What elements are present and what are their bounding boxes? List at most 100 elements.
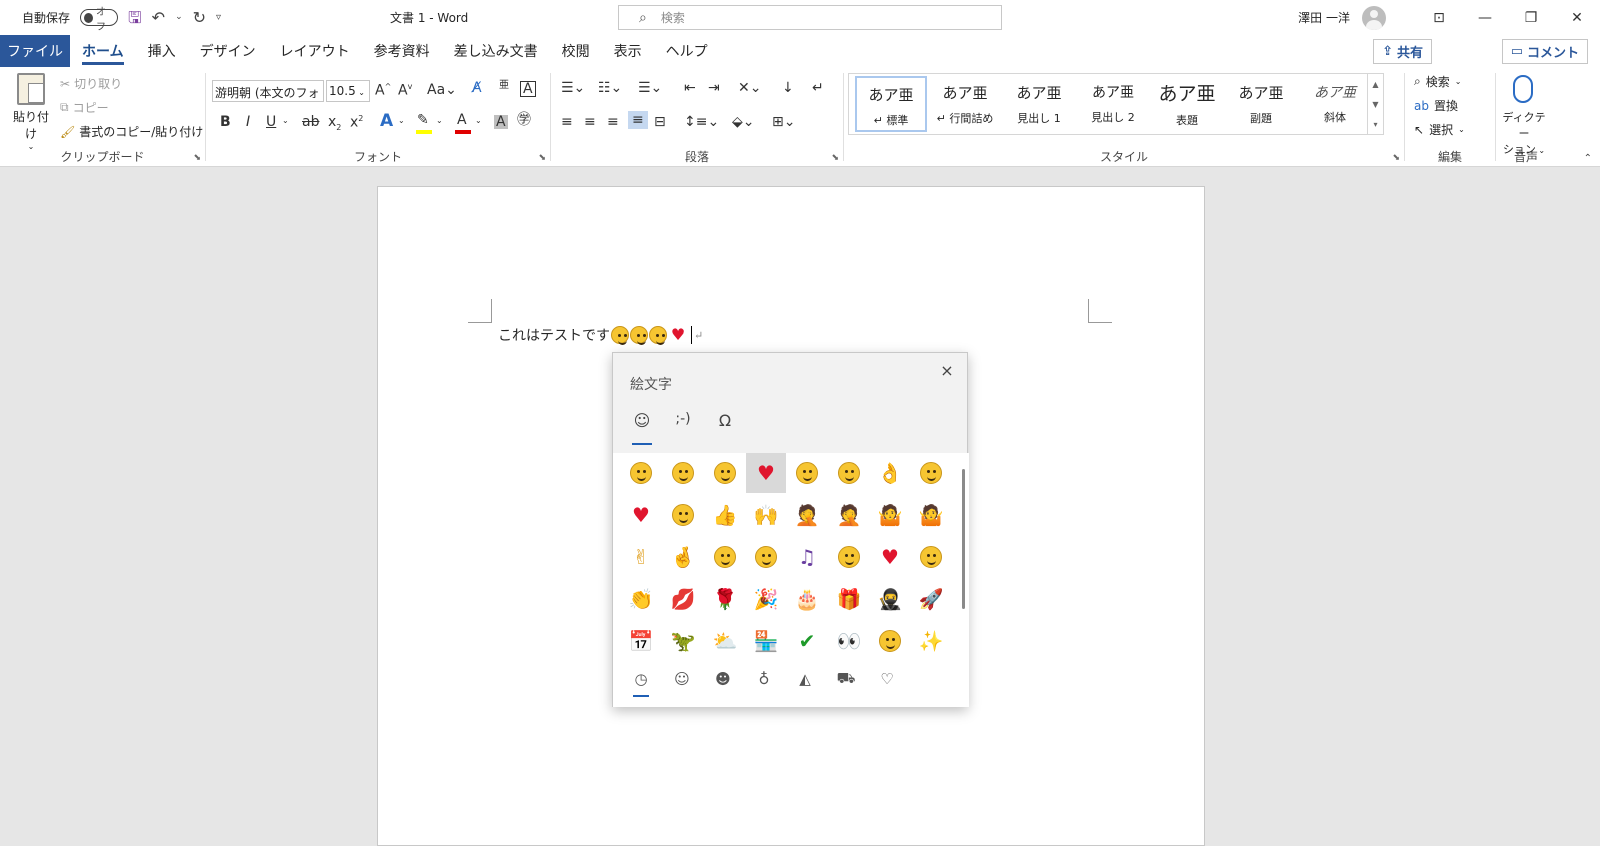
copy-button[interactable]: ⧉ コピー [60, 99, 109, 116]
character-shading-icon[interactable]: A [494, 115, 508, 129]
select-button[interactable]: ↖ 選択 ⌄ [1414, 121, 1465, 138]
ribbon-display-options-icon[interactable]: ⊡ [1416, 0, 1462, 35]
emoji-sparkling-heart[interactable]: ♥ [870, 537, 910, 577]
enclose-character-icon[interactable]: A [520, 81, 536, 97]
align-right-icon[interactable]: ≡ [607, 115, 619, 129]
multilevel-list-icon[interactable]: ☰⌄ [638, 81, 662, 95]
style-subtitle[interactable]: あア亜 副題 [1225, 76, 1297, 132]
emoji-party-popper[interactable]: 🎉 [746, 579, 786, 619]
emoji-check-mark[interactable]: ✔ [787, 621, 827, 661]
style-no-spacing[interactable]: あア亜 ↵ 行間詰め [929, 76, 1001, 132]
emoji-sparkles[interactable]: ✨ [911, 621, 951, 661]
decrease-indent-icon[interactable]: ⇤ [684, 81, 696, 95]
emoji-dinosaur[interactable]: 🦖 [663, 621, 703, 661]
autosave-toggle[interactable]: オフ [80, 7, 119, 33]
emoji-calendar[interactable]: 📅 [621, 621, 661, 661]
emoji-tears-of-joy[interactable] [663, 453, 703, 493]
show-marks-icon[interactable]: ↵ [812, 81, 824, 95]
emoji-clapping-hands[interactable]: 👏 [621, 579, 661, 619]
category-smileys[interactable]: ☺ [664, 665, 700, 693]
tab-insert[interactable]: 挿入 [136, 35, 188, 67]
category-people[interactable]: ☻ [705, 665, 741, 693]
subscript-icon[interactable]: x2 [328, 115, 341, 132]
tab-review[interactable]: 校閲 [550, 35, 602, 67]
emoji-smiley[interactable] [870, 621, 910, 661]
search-input[interactable]: ⌕ 検索 [618, 5, 1002, 30]
find-button[interactable]: ⌕ 検索 ⌄ [1414, 73, 1461, 90]
category-travel[interactable]: ⛟ [828, 665, 864, 693]
borders-icon[interactable]: ⊞⌄ [772, 115, 795, 129]
font-size-select[interactable]: 10.5 ⌄ [326, 80, 370, 102]
emoji-birthday-cake[interactable]: 🎂 [787, 579, 827, 619]
text-effects-dropdown-icon[interactable]: ⌄ [398, 117, 405, 125]
emoji-thumbs-up[interactable]: 👍 [705, 495, 745, 535]
emoji-rocket[interactable]: 🚀 [911, 579, 951, 619]
paste-button[interactable]: 貼り付け ⌄ [8, 73, 54, 151]
format-painter-button[interactable]: 🖌 書式のコピー/貼り付け [60, 123, 203, 140]
paragraph-launcher-icon[interactable]: ⬊ [831, 153, 839, 163]
cut-button[interactable]: ✂ 切り取り [60, 75, 122, 92]
style-heading-1[interactable]: あア亜 見出し 1 [1003, 76, 1075, 132]
align-left-icon[interactable]: ≡ [561, 115, 573, 129]
tab-layout[interactable]: レイアウト [268, 35, 362, 67]
customize-qat-icon[interactable]: ▿ [216, 12, 221, 23]
microphone-icon[interactable] [1513, 75, 1533, 103]
shading-icon[interactable]: ⬙⌄ [732, 115, 755, 129]
change-case-icon[interactable]: Aa⌄ [427, 83, 457, 97]
enclosed-character-icon[interactable]: ㊫ [517, 113, 531, 127]
dictate-button[interactable]: ディクテー ション ⌄ [1502, 109, 1546, 157]
emoji-gift[interactable]: 🎁 [829, 579, 869, 619]
superscript-icon[interactable]: x2 [350, 115, 363, 130]
emoji-grinning[interactable] [663, 495, 703, 535]
styles-scroll[interactable]: ▲ ▼ ▾ [1367, 74, 1383, 134]
emoji-ninja[interactable]: 🥷 [870, 579, 910, 619]
emoji-ok-hand[interactable]: 👌 [870, 453, 910, 493]
tab-file[interactable]: ファイル [0, 35, 70, 67]
style-normal[interactable]: あア亜 ↵ 標準 [855, 76, 927, 132]
text-effects-icon[interactable]: A [380, 113, 393, 130]
emoji-sunglasses[interactable] [746, 537, 786, 577]
tab-mailings[interactable]: 差し込み文書 [442, 35, 550, 67]
tab-references[interactable]: 参考資料 [362, 35, 442, 67]
highlight-dropdown-icon[interactable]: ⌄ [436, 117, 443, 125]
avatar[interactable] [1362, 5, 1386, 30]
align-center-icon[interactable]: ≡ [584, 115, 596, 129]
tab-help[interactable]: ヘルプ [654, 35, 720, 67]
tab-design[interactable]: デザイン [188, 35, 268, 67]
minimize-icon[interactable]: — [1462, 0, 1508, 35]
strikethrough-icon[interactable]: ab [302, 115, 319, 129]
emoji-two-hearts[interactable]: ♥ [621, 495, 661, 535]
line-spacing-icon[interactable]: ↕≡⌄ [684, 115, 719, 129]
emoji-heart-eyes[interactable] [787, 453, 827, 493]
italic-icon[interactable]: I [246, 115, 250, 129]
tab-view[interactable]: 表示 [602, 35, 654, 67]
emoji-store[interactable]: 🏪 [746, 621, 786, 661]
underline-icon[interactable]: U [266, 115, 276, 129]
category-symbols[interactable]: ♡ [869, 665, 905, 693]
font-color-icon[interactable]: A [457, 113, 467, 127]
emoji-man-facepalm[interactable]: 🤦 [829, 495, 869, 535]
emoji-victory-hand[interactable]: ✌ [621, 537, 661, 577]
font-color-dropdown-icon[interactable]: ⌄ [475, 117, 482, 125]
asian-layout-icon[interactable]: ✕⌄ [738, 81, 761, 95]
emoji-winking-face[interactable] [705, 537, 745, 577]
emoji-kiss-mark[interactable]: 💋 [663, 579, 703, 619]
tab-home[interactable]: ホーム [70, 35, 136, 67]
emoji-tongue-wink[interactable] [911, 537, 951, 577]
share-button[interactable]: ⇪ 共有 [1373, 39, 1432, 64]
scroll-up-icon[interactable]: ▲ [1372, 80, 1378, 89]
numbering-icon[interactable]: ☷⌄ [598, 81, 622, 95]
style-title[interactable]: あア亜 表題 [1151, 76, 1223, 132]
distributed-icon[interactable]: ⊟ [654, 115, 666, 129]
save-icon[interactable]: 🖫 [128, 9, 142, 26]
user-name[interactable]: 澤田 一洋 [1298, 9, 1350, 26]
undo-icon[interactable]: ↶ [152, 9, 165, 26]
emoji-unamused[interactable] [829, 453, 869, 493]
style-heading-2[interactable]: あア亜 見出し 2 [1077, 76, 1149, 132]
emoji-eyes[interactable]: 👀 [829, 621, 869, 661]
emoji-red-heart[interactable]: ♥ [746, 453, 786, 493]
emoji-crossed-fingers[interactable]: 🤞 [663, 537, 703, 577]
highlight-icon[interactable]: ✎ [417, 113, 429, 127]
emoji-weather[interactable]: ⛅ [705, 621, 745, 661]
emoji-shrug[interactable]: 🤷 [870, 495, 910, 535]
